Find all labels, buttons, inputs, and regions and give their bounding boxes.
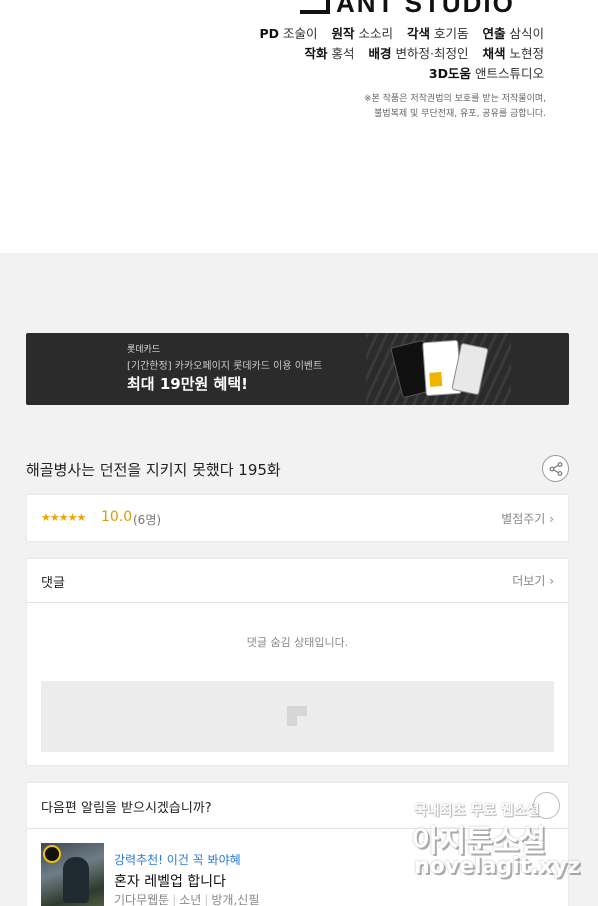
more-label: 더보기 <box>512 574 546 588</box>
credit-role: 각색 <box>406 26 430 41</box>
credit-role: 원작 <box>331 26 355 41</box>
credit-name: 조술이 <box>282 26 318 41</box>
credit-role: 배경 <box>368 46 392 61</box>
credit-name: 변하정·최정인 <box>395 46 469 61</box>
comments-more-button[interactable]: 더보기 › <box>512 572 554 589</box>
recommendation-title[interactable]: 혼자 레벨업 합니다 <box>114 871 226 891</box>
credit-role: 연출 <box>482 26 506 41</box>
credit-role: PD <box>259 26 279 41</box>
rating-score: 10.0 <box>101 509 133 525</box>
credit-name: 앤트스튜디오 <box>474 66 544 81</box>
banner-headline: 최대 19만원 혜택! <box>127 375 248 393</box>
banner-brand: 롯데카드 <box>127 345 161 355</box>
meta-category: 기다무웹툰 <box>114 893 170 906</box>
credit-name: 삼식이 <box>509 26 544 41</box>
comments-hidden-message: 댓글 숨김 상태입니다. <box>246 636 349 649</box>
credit-role: 작화 <box>304 46 328 61</box>
clock-badge-icon <box>43 845 61 863</box>
credit-role: 3D도움 <box>428 66 471 81</box>
credits-panel: ANT STUDIO PD 조술이 원작 소소리 각색 호기돔 연출 삼식이 작… <box>0 0 598 253</box>
studio-name: ANT STUDIO <box>336 0 515 18</box>
episode-title: 해골병사는 던전을 지키지 못했다 195화 <box>26 461 281 479</box>
card-character-image <box>429 372 443 387</box>
credit-line: PD 조술이 원작 소소리 각색 호기돔 연출 삼식이 <box>259 24 544 44</box>
rating-box: ★★★★★ 10.0 (6명) 별점주기 › <box>26 494 569 542</box>
notification-question: 다음편 알림을 받으시겠습니까? <box>41 801 212 816</box>
rate-button[interactable]: 별점주기 › <box>501 510 554 527</box>
share-icon <box>549 462 563 476</box>
credit-name: 노현정 <box>509 46 544 61</box>
comments-label: 댓글 <box>41 576 65 591</box>
copyright-notice: ※본 작품은 저작권법의 보호를 받는 저작물이며, 불법복제 및 무단전재, … <box>364 92 546 122</box>
rating-count: (6명) <box>133 513 162 527</box>
credit-name: 소소리 <box>358 26 393 41</box>
comments-header: 댓글 더보기 › <box>27 559 568 603</box>
credit-lines: PD 조술이 원작 소소리 각색 호기돔 연출 삼식이 작화 홍석 배경 변하정… <box>259 24 544 84</box>
meta-genre: 소년 <box>179 893 202 906</box>
recommendation-thumbnail[interactable] <box>41 843 104 906</box>
character-figure <box>63 857 89 903</box>
notice-line: 불법복제 및 무단전재, 유포, 공유를 금합니다. <box>374 109 546 119</box>
ad-placeholder[interactable] <box>41 681 554 752</box>
watermark-line: novelagit.xyz <box>414 854 580 879</box>
credit-name: 홍석 <box>331 46 355 61</box>
chevron-right-icon: › <box>549 574 554 588</box>
share-button[interactable] <box>542 455 569 482</box>
site-watermark: 국내최초 무료 웹소설 아지툰소설 novelagit.xyz <box>410 798 580 888</box>
comments-section: 댓글 더보기 › 댓글 숨김 상태입니다. <box>26 558 569 766</box>
credit-name: 호기돔 <box>433 26 469 41</box>
banner-subtitle: [기간한정] 카카오페이지 롯데카드 이용 이벤트 <box>127 361 323 372</box>
credit-line: 3D도움 앤트스튜디오 <box>259 64 544 84</box>
rate-button-label: 별점주기 <box>501 512 546 526</box>
promo-banner[interactable]: 롯데카드 [기간한정] 카카오페이지 롯데카드 이용 이벤트 최대 19만원 혜… <box>26 333 569 405</box>
recommendation-tag: 강력추천! 이건 꼭 봐야혜 <box>114 853 241 867</box>
chevron-right-icon: › <box>549 512 554 526</box>
meta-authors: 방개,신필 <box>211 893 260 906</box>
notice-line: ※본 작품은 저작권법의 보호를 받는 저작물이며, <box>363 94 546 104</box>
credit-line: 작화 홍석 배경 변하정·최정인 채색 노현정 <box>259 44 544 64</box>
studio-logo-mark <box>300 0 330 14</box>
ad-logo-icon <box>287 706 307 726</box>
recommendation-meta: 기다무웹툰 | 소년 | 방개,신필 <box>114 893 260 906</box>
credit-role: 채색 <box>482 46 506 61</box>
studio-logo: ANT STUDIO <box>300 0 515 19</box>
star-rating-icon: ★★★★★ <box>41 511 86 524</box>
